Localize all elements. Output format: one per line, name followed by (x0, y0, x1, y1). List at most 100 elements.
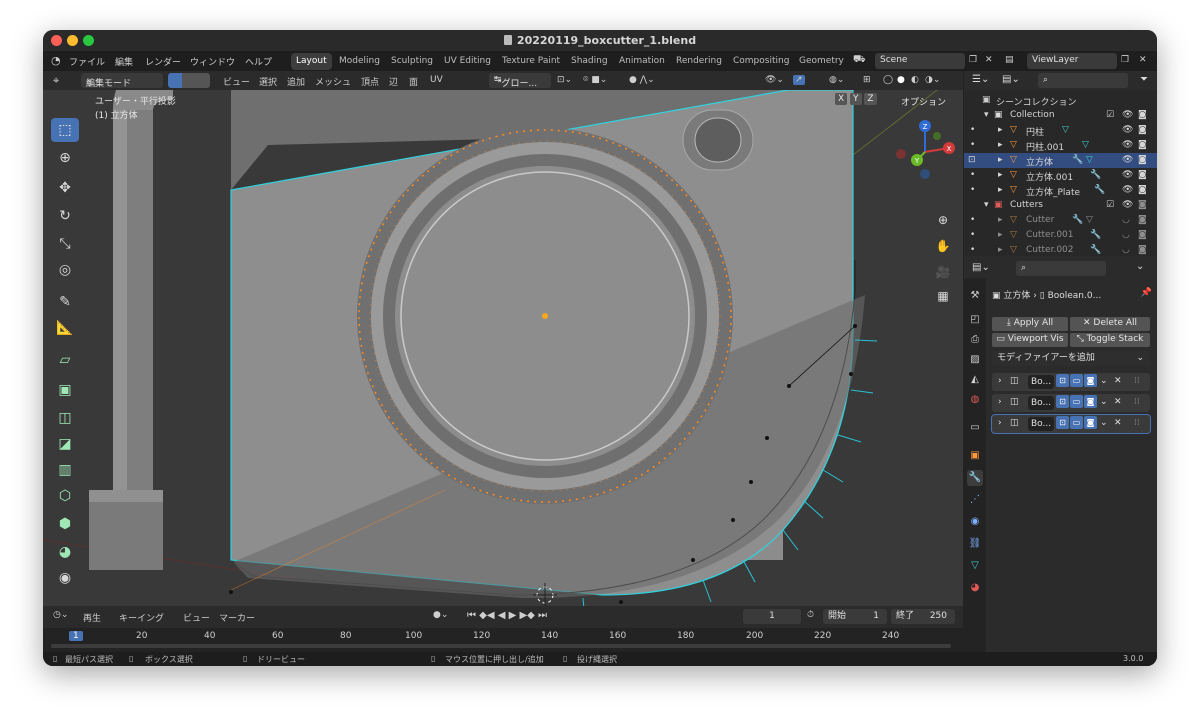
modifier-name-field[interactable]: Bo... (1028, 417, 1054, 431)
eye-icon[interactable]: 👁 (1122, 140, 1133, 150)
eye-icon[interactable]: 👁 (1122, 110, 1133, 120)
view-layer-icon[interactable]: ▤ (1005, 55, 1014, 65)
orthographic-toggle-icon[interactable]: ▦ (933, 286, 953, 306)
viewport-toggle-icon[interactable]: ▭ (1070, 374, 1083, 387)
inset-tool-icon[interactable]: ◫ (51, 406, 79, 430)
tab-animation[interactable]: Animation (619, 53, 665, 70)
menu-face[interactable]: 面 (409, 75, 418, 88)
expand-arrow-icon[interactable]: ▸ (998, 140, 1003, 150)
menu-view[interactable]: ビュー (223, 75, 250, 88)
add-cube-tool-icon[interactable]: ▱ (51, 348, 79, 372)
checkbox-icon[interactable]: ☑ (1106, 110, 1114, 120)
tab-compositing[interactable]: Compositing (733, 53, 789, 70)
tab-modeling[interactable]: Modeling (339, 53, 380, 70)
shading-solid-icon[interactable]: ● (897, 75, 905, 85)
output-tab-icon[interactable]: ⎙ (967, 332, 983, 348)
menu-uv[interactable]: UV (430, 75, 443, 85)
properties-search-input[interactable]: ⌕ (1016, 261, 1106, 276)
modifier-name-field[interactable]: Bo... (1028, 396, 1054, 410)
camera-render-icon[interactable]: ◙ (1138, 125, 1147, 135)
options-menu[interactable]: オプション (901, 95, 946, 108)
timeline-ruler[interactable]: 1 20 40 60 80 100 120 140 160 180 200 22… (43, 628, 963, 652)
frame-start-field[interactable]: 開始 1 (823, 609, 887, 624)
constraints-tab-icon[interactable]: ⛓ (967, 536, 983, 552)
edit-mode-toggle-icon[interactable]: ⊡ (1056, 416, 1069, 429)
shading-material-icon[interactable]: ◐ (911, 75, 919, 85)
outliner-row-collection[interactable]: ▾ ▣ Cutters ☑ 👁 ◙ (964, 198, 1157, 213)
xray-icon[interactable]: ⊞ (863, 75, 871, 85)
close-window-button[interactable] (51, 35, 62, 46)
camera-view-icon[interactable]: 🎥 (933, 262, 953, 282)
timeline-menu-marker[interactable]: マーカー (219, 611, 255, 624)
expand-arrow-icon[interactable]: ▸ (998, 245, 1003, 255)
timeline-menu-keying[interactable]: キーイング (119, 611, 164, 624)
drag-handle-icon[interactable]: ⁞⁞ (1134, 376, 1140, 386)
camera-render-icon[interactable]: ◙ (1138, 155, 1147, 165)
eye-closed-icon[interactable]: ◡ (1122, 245, 1130, 255)
camera-render-icon[interactable]: ◙ (1138, 200, 1147, 210)
outliner-row-cutter[interactable]: • ▸ ▽ Cutter 🔧 ▽ ◡ ◙ (964, 213, 1157, 228)
proportional-edit-icon[interactable]: ● ⋀⌄ (629, 75, 655, 85)
transform-tool-icon[interactable]: ◎ (51, 258, 79, 282)
modifier-panel-active[interactable]: › ◫ Bo... ⊡ ▭ ◙ ⌄ ✕ ⁞⁞ (991, 414, 1151, 434)
annotate-tool-icon[interactable]: ✎ (51, 290, 79, 314)
snap-icon[interactable]: ⌾ ■⌄ (583, 75, 607, 85)
menu-help[interactable]: ヘルプ (245, 55, 272, 68)
checkbox-icon[interactable]: ☑ (1106, 200, 1114, 210)
modifier-tab-icon[interactable]: 🔧 (967, 470, 983, 486)
menu-file[interactable]: ファイル (69, 55, 105, 68)
expand-arrow-icon[interactable]: ▸ (998, 125, 1003, 135)
toggle-stack-button[interactable]: ⤡ Toggle Stack (1070, 333, 1150, 347)
camera-render-off-icon[interactable]: ◙ (1138, 245, 1147, 255)
minimize-window-button[interactable] (67, 35, 78, 46)
remove-scene-icon[interactable]: ✕ (985, 55, 993, 65)
expand-arrow-icon[interactable]: › (998, 418, 1002, 428)
collection-tab-icon[interactable]: ▭ (967, 420, 983, 436)
timeline-menu-view[interactable]: ビュー (183, 611, 210, 624)
viewport-toggle-icon[interactable]: ▭ (1070, 395, 1083, 408)
poly-build-tool-icon[interactable]: ⬢ (51, 512, 79, 536)
modifier-menu-chevron-icon[interactable]: ⌄ (1100, 397, 1108, 407)
visibility-icon[interactable]: 👁⌄ (765, 75, 784, 85)
modifier-name-field[interactable]: Bo... (1028, 375, 1054, 389)
camera-render-icon[interactable]: ◙ (1138, 185, 1147, 195)
outliner-editor-icon[interactable]: ☰⌄ (972, 74, 989, 85)
smooth-tool-icon[interactable]: ◉ (51, 566, 79, 590)
gizmo-toggle-icon[interactable]: ↗ (793, 75, 805, 85)
render-toggle-icon[interactable]: ◙ (1084, 395, 1097, 408)
camera-render-off-icon[interactable]: ◙ (1138, 230, 1147, 240)
new-scene-icon[interactable]: ❐ (969, 55, 977, 65)
particles-tab-icon[interactable]: ⋰ (967, 492, 983, 508)
edit-mode-toggle-icon[interactable]: ⊡ (1056, 374, 1069, 387)
expand-arrow-icon[interactable]: ▸ (998, 185, 1003, 195)
ruler-current-frame[interactable]: 1 (69, 631, 83, 641)
tab-shading[interactable]: Shading (571, 53, 608, 70)
menu-vertex[interactable]: 頂点 (361, 75, 379, 88)
outliner-display-mode-icon[interactable]: ▤⌄ (1002, 74, 1020, 85)
drag-handle-icon[interactable]: ⁞⁞ (1134, 418, 1140, 428)
data-tab-icon[interactable]: ▽ (967, 558, 983, 574)
modifier-panel[interactable]: › ◫ Bo... ⊡ ▭ ◙ ⌄ ✕ ⁞⁞ (992, 394, 1150, 412)
editor-type-icon[interactable]: ⌖ (53, 74, 59, 88)
viewport-toggle-icon[interactable]: ▭ (1070, 416, 1083, 429)
overlay-toggle-icon[interactable]: ◍⌄ (829, 75, 844, 85)
shading-rendered-icon[interactable]: ◑⌄ (925, 75, 940, 85)
mode-selector[interactable]: 編集モード ⌄ (81, 73, 163, 88)
scene-tab-icon[interactable]: ◭ (967, 372, 983, 388)
expand-arrow-icon[interactable]: ▸ (998, 155, 1003, 165)
loop-cut-tool-icon[interactable]: ▥ (51, 458, 79, 482)
camera-render-off-icon[interactable]: ◙ (1138, 215, 1147, 225)
edge-select-icon[interactable] (182, 73, 196, 88)
outliner-row-scene-collection[interactable]: ▣ シーンコレクション (964, 93, 1157, 108)
timeline-menu-playback[interactable]: 再生 (83, 611, 101, 624)
remove-modifier-icon[interactable]: ✕ (1114, 397, 1122, 407)
zoom-icon[interactable]: ⊕ (933, 210, 953, 230)
pivot-icon[interactable]: ⊡⌄ (557, 75, 572, 85)
edit-mode-toggle-icon[interactable]: ⊡ (1056, 395, 1069, 408)
eye-icon[interactable]: 👁 (1122, 200, 1133, 210)
viewport-scene[interactable] (43, 90, 963, 606)
apply-all-button[interactable]: ⤓ Apply All (992, 317, 1068, 331)
3d-viewport[interactable]: ユーザー・平行投影 (1) 立方体 X Y Z オプション ⬚ ⊕ ✥ ↻ ⤡ … (43, 90, 963, 606)
eye-closed-icon[interactable]: ◡ (1122, 215, 1130, 225)
outliner-row-cutter[interactable]: • ▸ ▽ Cutter.001 🔧 ◡ ◙ (964, 228, 1157, 243)
